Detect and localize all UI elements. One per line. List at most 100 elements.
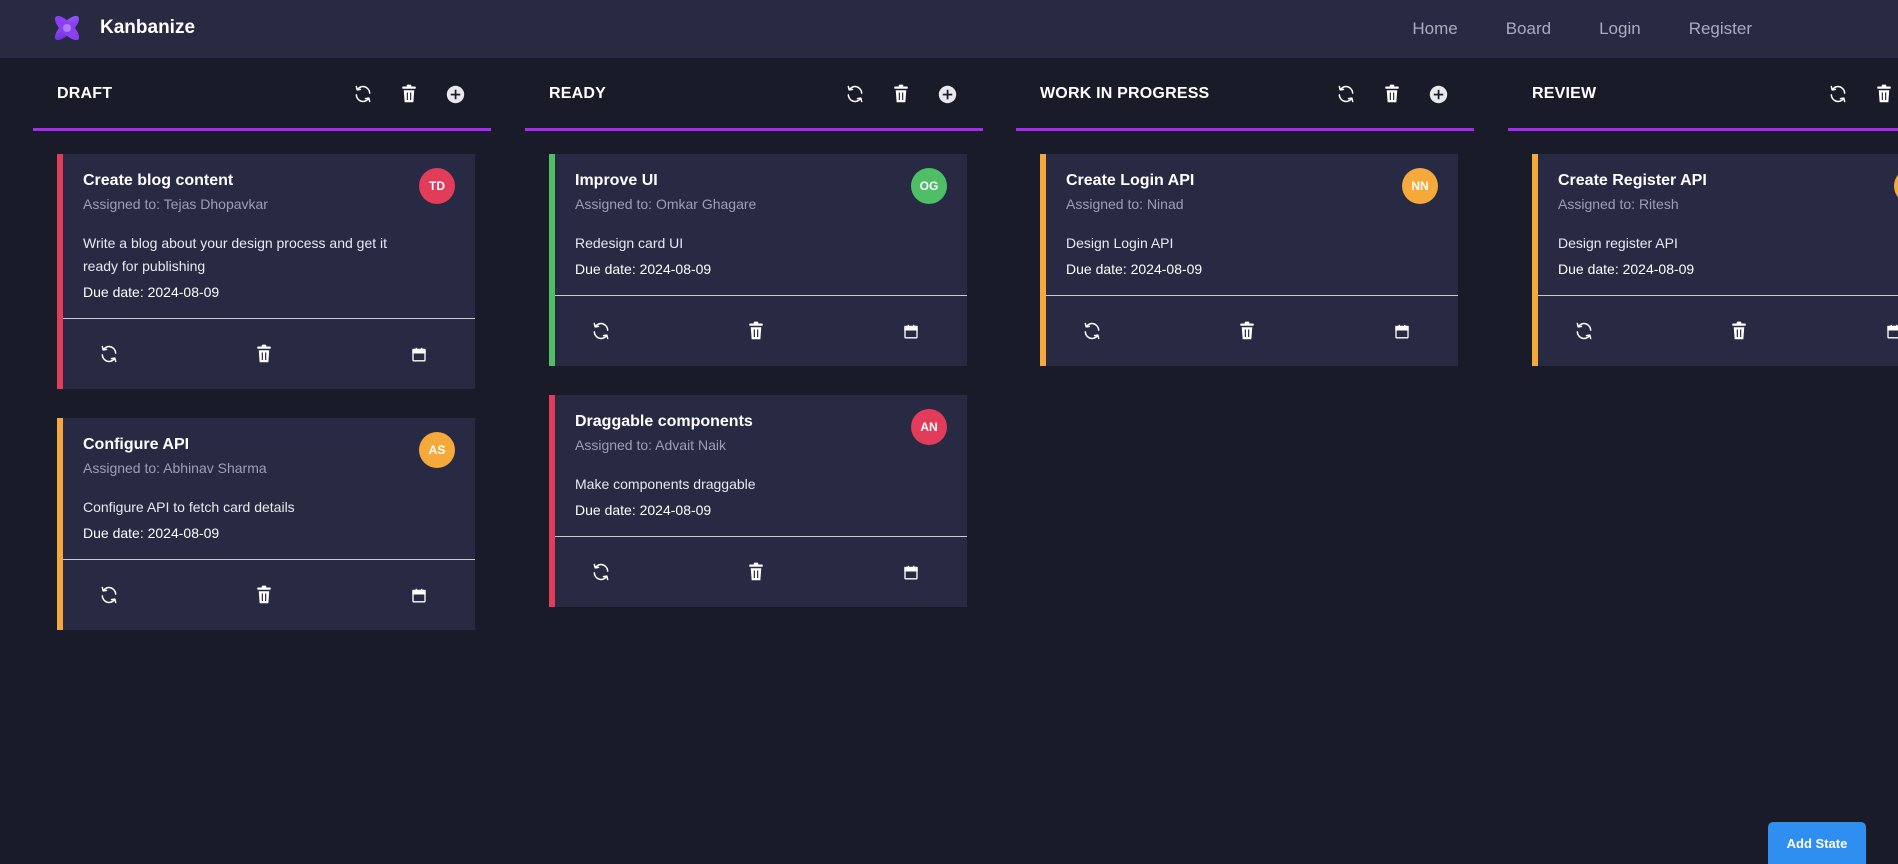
column-divider (525, 128, 983, 131)
column-add-card-icon[interactable] (1426, 82, 1450, 106)
card-title: Improve UI (575, 172, 658, 189)
column-divider (1016, 128, 1474, 131)
nav-links: Home Board Login Register (1364, 0, 1752, 58)
column-actions (1312, 82, 1450, 106)
column-delete-icon[interactable] (397, 82, 421, 106)
nav-register-link[interactable]: Register (1689, 19, 1752, 39)
card-calendar-icon[interactable] (407, 583, 431, 607)
assignee-avatar: NN (1402, 168, 1438, 204)
card-title: Configure API (83, 436, 190, 453)
column-header: REVIEW (1508, 58, 1898, 131)
column-title: REVIEW (1532, 85, 1597, 102)
card-body: Draggable components Assigned to: Advait… (555, 395, 967, 520)
card-title: Create blog content (83, 172, 234, 189)
card-body: Create Register API Assigned to: Ritesh … (1538, 154, 1898, 279)
card-footer (1538, 296, 1898, 366)
app-name: Kanbanize (100, 17, 196, 38)
column-divider (33, 128, 491, 131)
task-card[interactable]: Improve UI Assigned to: Omkar Ghagare Re… (549, 154, 967, 366)
column-refresh-icon[interactable] (1826, 82, 1850, 106)
card-refresh-icon[interactable] (97, 342, 121, 366)
card-footer (555, 537, 967, 607)
card-assignee: Assigned to: Omkar Ghagare (575, 196, 757, 212)
nav-login-link[interactable]: Login (1599, 19, 1641, 39)
column-actions (1804, 82, 1898, 106)
card-calendar-icon[interactable] (1390, 319, 1414, 343)
column-refresh-icon[interactable] (1334, 82, 1358, 106)
column-divider (1508, 128, 1898, 131)
column-add-card-icon[interactable] (443, 82, 467, 106)
card-assignee: Assigned to: Ritesh (1558, 196, 1679, 212)
card-due-date: Due date: 2024-08-09 (83, 284, 220, 300)
column-header: DRAFT (33, 58, 491, 131)
card-assignee: Assigned to: Tejas Dhopavkar (83, 196, 268, 212)
card-delete-icon[interactable] (744, 319, 768, 343)
navbar: Kanbanize Home Board Login Register (0, 0, 1898, 58)
card-body: Configure API Assigned to: Abhinav Sharm… (63, 418, 475, 543)
kanbanize-logo-icon (54, 15, 80, 41)
card-delete-icon[interactable] (252, 342, 276, 366)
task-card[interactable]: Draggable components Assigned to: Advait… (549, 395, 967, 607)
card-refresh-icon[interactable] (1080, 319, 1104, 343)
card-body: Create Login API Assigned to: Ninad Desi… (1046, 154, 1458, 279)
card-calendar-icon[interactable] (1882, 319, 1898, 343)
card-due-date: Due date: 2024-08-09 (575, 261, 712, 277)
brand[interactable]: Kanbanize (50, 11, 195, 45)
card-due-date: Due date: 2024-08-09 (1558, 261, 1695, 277)
card-description: Redesign card UI (575, 235, 684, 251)
card-delete-icon[interactable] (744, 560, 768, 584)
card-due-date: Due date: 2024-08-09 (575, 502, 712, 518)
column-header: READY (525, 58, 983, 131)
column-title: WORK IN PROGRESS (1040, 85, 1210, 102)
nav-board-link[interactable]: Board (1506, 19, 1551, 39)
task-card[interactable]: Create Register API Assigned to: Ritesh … (1532, 154, 1898, 366)
assignee-avatar: TD (419, 168, 455, 204)
card-description: Design register API (1558, 235, 1678, 251)
card-title: Create Login API (1066, 172, 1195, 189)
card-refresh-icon[interactable] (589, 319, 613, 343)
add-state-button[interactable]: Add State (1768, 822, 1866, 864)
task-card[interactable]: Create blog content Assigned to: Tejas D… (57, 154, 475, 389)
column-actions (821, 82, 959, 106)
nav-home-link[interactable]: Home (1412, 19, 1457, 39)
card-refresh-icon[interactable] (589, 560, 613, 584)
task-card[interactable]: Configure API Assigned to: Abhinav Sharm… (57, 418, 475, 630)
card-body: Create blog content Assigned to: Tejas D… (63, 154, 475, 302)
column-delete-icon[interactable] (1380, 82, 1404, 106)
card-assignee: Assigned to: Abhinav Sharma (83, 460, 267, 476)
column-refresh-icon[interactable] (843, 82, 867, 106)
column-title: READY (549, 85, 607, 102)
card-calendar-icon[interactable] (407, 342, 431, 366)
column-header: WORK IN PROGRESS (1016, 58, 1474, 131)
column-title: DRAFT (57, 85, 113, 102)
card-description: Make components draggable (575, 476, 756, 492)
column-actions (329, 82, 467, 106)
assignee-avatar: AS (419, 432, 455, 468)
task-card[interactable]: Create Login API Assigned to: Ninad Desi… (1040, 154, 1458, 366)
column-refresh-icon[interactable] (351, 82, 375, 106)
card-refresh-icon[interactable] (97, 583, 121, 607)
kanban-board: DRAFT Create blog content Assigned to: T… (0, 58, 1898, 864)
card-delete-icon[interactable] (1727, 319, 1751, 343)
column-delete-icon[interactable] (889, 82, 913, 106)
card-footer (63, 319, 475, 389)
card-description: Write a blog about your design process a… (83, 235, 388, 274)
card-calendar-icon[interactable] (899, 560, 923, 584)
card-title: Create Register API (1558, 172, 1707, 189)
card-assignee: Assigned to: Ninad (1066, 196, 1184, 212)
card-description: Design Login API (1066, 235, 1174, 251)
card-delete-icon[interactable] (1235, 319, 1259, 343)
card-due-date: Due date: 2024-08-09 (1066, 261, 1203, 277)
card-delete-icon[interactable] (252, 583, 276, 607)
card-calendar-icon[interactable] (899, 319, 923, 343)
card-footer (1046, 296, 1458, 366)
card-body: Improve UI Assigned to: Omkar Ghagare Re… (555, 154, 967, 279)
assignee-avatar: AN (911, 409, 947, 445)
card-assignee: Assigned to: Advait Naik (575, 437, 726, 453)
column-add-card-icon[interactable] (935, 82, 959, 106)
card-refresh-icon[interactable] (1572, 319, 1596, 343)
column-delete-icon[interactable] (1872, 82, 1896, 106)
card-due-date: Due date: 2024-08-09 (83, 525, 220, 541)
card-title: Draggable components (575, 413, 753, 430)
card-description: Configure API to fetch card details (83, 499, 295, 515)
